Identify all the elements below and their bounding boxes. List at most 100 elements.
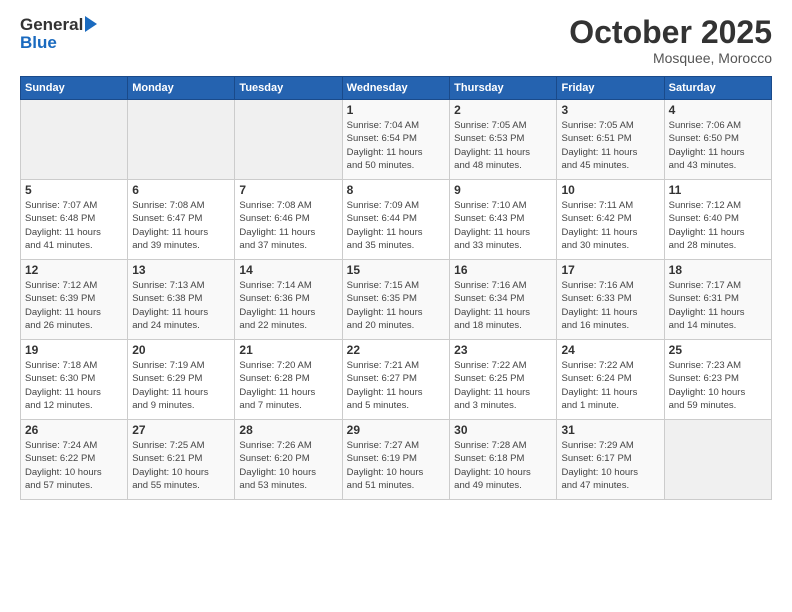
day-info: Sunrise: 7:13 AMSunset: 6:38 PMDaylight:… (132, 279, 230, 332)
month-title: October 2025 (569, 15, 772, 50)
day-info: Sunrise: 7:08 AMSunset: 6:47 PMDaylight:… (132, 199, 230, 252)
col-wednesday: Wednesday (342, 77, 449, 100)
day-info: Sunrise: 7:05 AMSunset: 6:53 PMDaylight:… (454, 119, 552, 172)
day-number: 13 (132, 263, 230, 277)
day-number: 29 (347, 423, 445, 437)
calendar-cell: 7 Sunrise: 7:08 AMSunset: 6:46 PMDaylight… (235, 180, 342, 260)
day-info: Sunrise: 7:11 AMSunset: 6:42 PMDaylight:… (561, 199, 659, 252)
calendar-cell: 16 Sunrise: 7:16 AMSunset: 6:34 PMDayligh… (450, 260, 557, 340)
col-sunday: Sunday (21, 77, 128, 100)
day-number: 20 (132, 343, 230, 357)
calendar-cell: 25 Sunrise: 7:23 AMSunset: 6:23 PMDayligh… (664, 340, 771, 420)
day-info: Sunrise: 7:12 AMSunset: 6:39 PMDaylight:… (25, 279, 123, 332)
day-info: Sunrise: 7:05 AMSunset: 6:51 PMDaylight:… (561, 119, 659, 172)
day-info: Sunrise: 7:14 AMSunset: 6:36 PMDaylight:… (239, 279, 337, 332)
day-info: Sunrise: 7:07 AMSunset: 6:48 PMDaylight:… (25, 199, 123, 252)
calendar-cell: 22 Sunrise: 7:21 AMSunset: 6:27 PMDayligh… (342, 340, 449, 420)
calendar-cell: 18 Sunrise: 7:17 AMSunset: 6:31 PMDayligh… (664, 260, 771, 340)
day-info: Sunrise: 7:09 AMSunset: 6:44 PMDaylight:… (347, 199, 445, 252)
calendar-cell (235, 100, 342, 180)
col-thursday: Thursday (450, 77, 557, 100)
day-number: 2 (454, 103, 552, 117)
day-number: 27 (132, 423, 230, 437)
calendar-cell: 17Sunrise: 7:16 AMSunset: 6:33 PMDayligh… (557, 260, 664, 340)
logo: General Blue (20, 15, 97, 53)
logo-blue: Blue (20, 33, 57, 53)
day-info: Sunrise: 7:08 AMSunset: 6:46 PMDaylight:… (239, 199, 337, 252)
day-info: Sunrise: 7:27 AMSunset: 6:19 PMDaylight:… (347, 439, 445, 492)
day-number: 26 (25, 423, 123, 437)
day-number: 16 (454, 263, 552, 277)
day-number: 7 (239, 183, 337, 197)
calendar-cell: 6Sunrise: 7:08 AMSunset: 6:47 PMDaylight… (128, 180, 235, 260)
calendar-cell (128, 100, 235, 180)
day-number: 19 (25, 343, 123, 357)
day-info: Sunrise: 7:22 AMSunset: 6:25 PMDaylight:… (454, 359, 552, 412)
day-info: Sunrise: 7:06 AMSunset: 6:50 PMDaylight:… (669, 119, 767, 172)
title-block: October 2025 Mosquee, Morocco (569, 15, 772, 66)
day-number: 22 (347, 343, 445, 357)
calendar-cell: 12 Sunrise: 7:12 AMSunset: 6:39 PMDayligh… (21, 260, 128, 340)
day-number: 12 (25, 263, 123, 277)
day-number: 23 (454, 343, 552, 357)
calendar-header-row: Sunday Monday Tuesday Wednesday Thursday… (21, 77, 772, 100)
calendar-cell: 20Sunrise: 7:19 AMSunset: 6:29 PMDayligh… (128, 340, 235, 420)
day-number: 8 (347, 183, 445, 197)
logo-general: General (20, 15, 83, 35)
day-number: 14 (239, 263, 337, 277)
calendar-week-1: 1 Sunrise: 7:04 AMSunset: 6:54 PMDaylight… (21, 100, 772, 180)
day-info: Sunrise: 7:20 AMSunset: 6:28 PMDaylight:… (239, 359, 337, 412)
calendar-cell: 8 Sunrise: 7:09 AMSunset: 6:44 PMDaylight… (342, 180, 449, 260)
calendar-week-2: 5 Sunrise: 7:07 AMSunset: 6:48 PMDaylight… (21, 180, 772, 260)
day-info: Sunrise: 7:23 AMSunset: 6:23 PMDaylight:… (669, 359, 767, 412)
day-info: Sunrise: 7:22 AMSunset: 6:24 PMDaylight:… (561, 359, 659, 412)
calendar-cell: 3 Sunrise: 7:05 AMSunset: 6:51 PMDaylight… (557, 100, 664, 180)
day-info: Sunrise: 7:17 AMSunset: 6:31 PMDaylight:… (669, 279, 767, 332)
calendar-week-5: 26 Sunrise: 7:24 AMSunset: 6:22 PMDayligh… (21, 420, 772, 500)
col-friday: Friday (557, 77, 664, 100)
calendar-cell: 19Sunrise: 7:18 AMSunset: 6:30 PMDayligh… (21, 340, 128, 420)
day-number: 24 (561, 343, 659, 357)
day-number: 4 (669, 103, 767, 117)
day-number: 31 (561, 423, 659, 437)
calendar-cell: 28 Sunrise: 7:26 AMSunset: 6:20 PMDayligh… (235, 420, 342, 500)
day-info: Sunrise: 7:04 AMSunset: 6:54 PMDaylight:… (347, 119, 445, 172)
calendar-cell: 27 Sunrise: 7:25 AMSunset: 6:21 PMDayligh… (128, 420, 235, 500)
day-info: Sunrise: 7:24 AMSunset: 6:22 PMDaylight:… (25, 439, 123, 492)
day-number: 10 (561, 183, 659, 197)
calendar-cell: 23 Sunrise: 7:22 AMSunset: 6:25 PMDayligh… (450, 340, 557, 420)
calendar-cell: 24 Sunrise: 7:22 AMSunset: 6:24 PMDayligh… (557, 340, 664, 420)
day-info: Sunrise: 7:29 AMSunset: 6:17 PMDaylight:… (561, 439, 659, 492)
calendar-cell: 21Sunrise: 7:20 AMSunset: 6:28 PMDayligh… (235, 340, 342, 420)
calendar-cell (21, 100, 128, 180)
day-number: 3 (561, 103, 659, 117)
calendar-cell: 5 Sunrise: 7:07 AMSunset: 6:48 PMDaylight… (21, 180, 128, 260)
day-number: 18 (669, 263, 767, 277)
col-saturday: Saturday (664, 77, 771, 100)
day-number: 1 (347, 103, 445, 117)
day-info: Sunrise: 7:16 AMSunset: 6:34 PMDaylight:… (454, 279, 552, 332)
calendar-cell: 15Sunrise: 7:15 AMSunset: 6:35 PMDayligh… (342, 260, 449, 340)
calendar-cell: 26 Sunrise: 7:24 AMSunset: 6:22 PMDayligh… (21, 420, 128, 500)
day-info: Sunrise: 7:21 AMSunset: 6:27 PMDaylight:… (347, 359, 445, 412)
calendar-cell: 30 Sunrise: 7:28 AMSunset: 6:18 PMDayligh… (450, 420, 557, 500)
calendar-cell: 2 Sunrise: 7:05 AMSunset: 6:53 PMDaylight… (450, 100, 557, 180)
day-info: Sunrise: 7:28 AMSunset: 6:18 PMDaylight:… (454, 439, 552, 492)
col-monday: Monday (128, 77, 235, 100)
calendar-cell: 10 Sunrise: 7:11 AMSunset: 6:42 PMDayligh… (557, 180, 664, 260)
calendar-cell: 4 Sunrise: 7:06 AMSunset: 6:50 PMDaylight… (664, 100, 771, 180)
day-info: Sunrise: 7:10 AMSunset: 6:43 PMDaylight:… (454, 199, 552, 252)
col-tuesday: Tuesday (235, 77, 342, 100)
logo-arrow-icon (85, 16, 97, 32)
day-number: 5 (25, 183, 123, 197)
day-number: 28 (239, 423, 337, 437)
day-info: Sunrise: 7:26 AMSunset: 6:20 PMDaylight:… (239, 439, 337, 492)
calendar: Sunday Monday Tuesday Wednesday Thursday… (20, 76, 772, 500)
day-info: Sunrise: 7:25 AMSunset: 6:21 PMDaylight:… (132, 439, 230, 492)
day-number: 30 (454, 423, 552, 437)
page: General Blue October 2025 Mosquee, Moroc… (0, 0, 792, 612)
day-number: 25 (669, 343, 767, 357)
day-number: 15 (347, 263, 445, 277)
calendar-cell: 11Sunrise: 7:12 AMSunset: 6:40 PMDayligh… (664, 180, 771, 260)
calendar-cell: 1 Sunrise: 7:04 AMSunset: 6:54 PMDaylight… (342, 100, 449, 180)
